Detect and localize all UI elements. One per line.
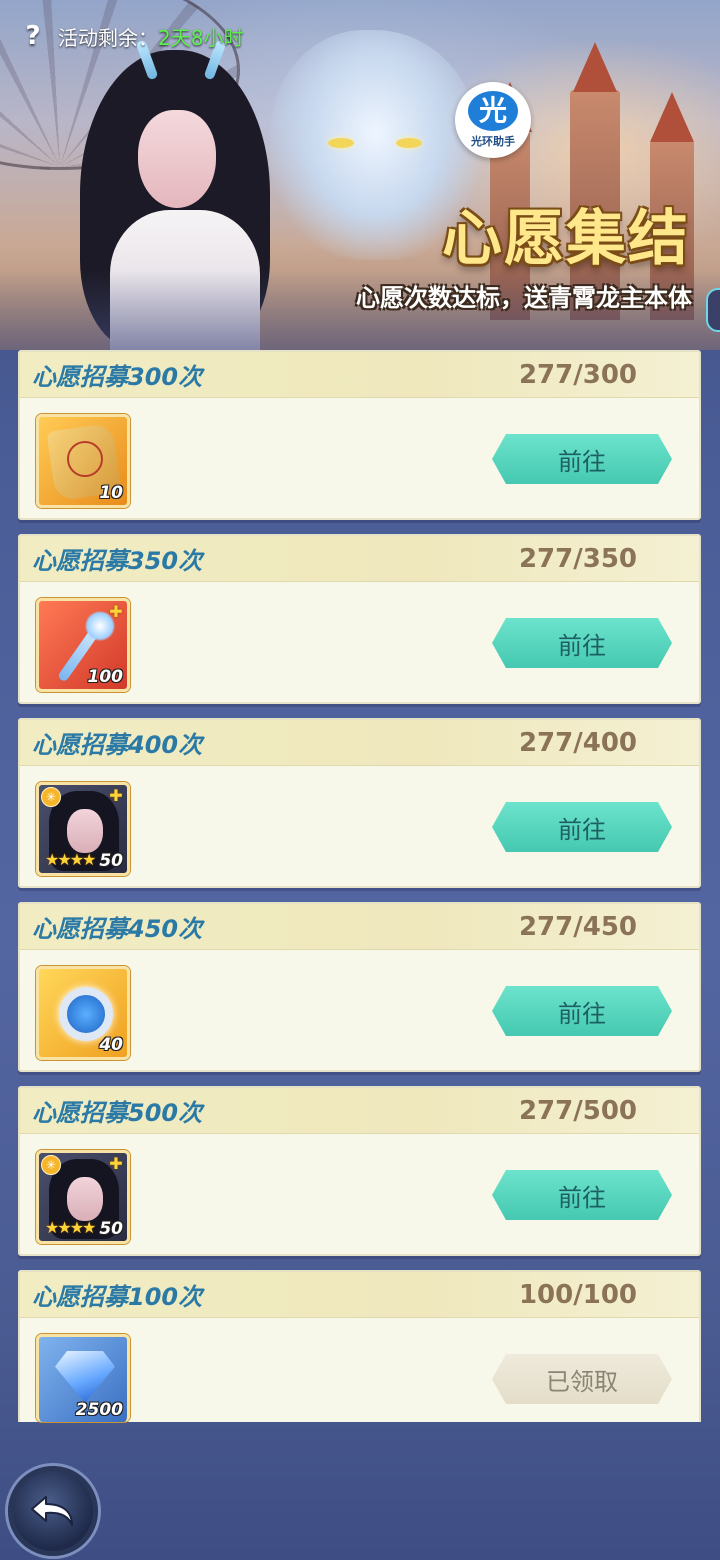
task-progress: 100/100 bbox=[518, 1279, 637, 1310]
logo-text: 光环助手 bbox=[471, 135, 515, 148]
reward-count: 10 bbox=[99, 483, 123, 503]
task-header: 心愿招募500次 277/500 bbox=[20, 1088, 699, 1134]
reward-count: 100 bbox=[87, 667, 124, 687]
reward-count: 40 bbox=[99, 1035, 123, 1055]
task-title: 心愿招募350次 bbox=[32, 547, 203, 575]
orb-icon[interactable]: 40 bbox=[36, 966, 130, 1060]
star-rating-icon: ★★★★ bbox=[45, 850, 96, 869]
task-card: 心愿招募400次 277/400 ✳ ✚ ★★★★ 50 前往 bbox=[18, 718, 701, 888]
shard-corner-icon: ✚ bbox=[109, 786, 123, 805]
task-progress: 277/300 bbox=[518, 359, 637, 390]
task-header: 心愿招募300次 277/300 bbox=[20, 352, 699, 398]
go-button[interactable]: 前往 bbox=[492, 434, 672, 484]
top-bar: ? 活动剩余： 2天8小时 bbox=[18, 18, 243, 54]
timer-value: 2天8小时 bbox=[158, 25, 244, 50]
go-button[interactable]: 前往 bbox=[492, 1170, 672, 1220]
back-button[interactable] bbox=[8, 1466, 98, 1556]
go-button[interactable]: 前往 bbox=[492, 802, 672, 852]
task-title: 心愿招募300次 bbox=[32, 363, 203, 391]
hero-shard-icon[interactable]: ✳ ✚ ★★★★ 50 bbox=[36, 782, 130, 876]
go-button[interactable]: 前往 bbox=[492, 618, 672, 668]
task-progress: 277/350 bbox=[518, 543, 637, 574]
task-title: 心愿招募450次 bbox=[32, 915, 203, 943]
task-progress: 277/450 bbox=[518, 911, 637, 942]
task-title: 心愿招募500次 bbox=[32, 1099, 203, 1127]
shard-corner-icon: ✚ bbox=[109, 1154, 123, 1173]
event-title: 心愿集结 bbox=[442, 204, 690, 274]
task-progress: 277/400 bbox=[518, 727, 637, 758]
diamond-icon[interactable]: 2500 bbox=[36, 1334, 130, 1422]
task-header: 心愿招募350次 277/350 bbox=[20, 536, 699, 582]
task-card: 心愿招募300次 277/300 10 前往 bbox=[18, 350, 701, 520]
shard-corner-icon: ✚ bbox=[109, 602, 123, 621]
logo-glyph: 光 bbox=[468, 91, 518, 131]
timer-label: 活动剩余： bbox=[58, 25, 158, 50]
helper-logo: 光 光环助手 bbox=[455, 82, 531, 158]
task-header: 心愿招募450次 277/450 bbox=[20, 904, 699, 950]
star-rating-icon: ★★★★ bbox=[45, 1218, 96, 1237]
task-title: 心愿招募400次 bbox=[32, 731, 203, 759]
claimed-button: 已领取 bbox=[492, 1354, 672, 1404]
wand-shard-icon[interactable]: ✚ 100 bbox=[36, 598, 130, 692]
element-badge-icon: ✳ bbox=[41, 787, 61, 807]
go-button[interactable]: 前往 bbox=[492, 986, 672, 1036]
task-card: 心愿招募450次 277/450 40 前往 bbox=[18, 902, 701, 1072]
back-arrow-icon bbox=[31, 1496, 73, 1526]
reward-count: 50 bbox=[99, 1219, 123, 1239]
reward-count: 2500 bbox=[75, 1400, 123, 1420]
scroll-icon[interactable]: 10 bbox=[36, 414, 130, 508]
event-subtitle: 心愿次数达标，送青霄龙主本体 bbox=[356, 284, 692, 312]
help-icon[interactable]: ? bbox=[18, 21, 48, 51]
task-card: 心愿招募500次 277/500 ✳ ✚ ★★★★ 50 前往 bbox=[18, 1086, 701, 1256]
side-tab-handle[interactable] bbox=[706, 288, 720, 332]
task-header: 心愿招募100次 100/100 bbox=[20, 1272, 699, 1318]
reward-count: 50 bbox=[99, 851, 123, 871]
task-card: 心愿招募100次 100/100 2500 已领取 bbox=[18, 1270, 701, 1422]
element-badge-icon: ✳ bbox=[41, 1155, 61, 1175]
task-header: 心愿招募400次 277/400 bbox=[20, 720, 699, 766]
task-title: 心愿招募100次 bbox=[32, 1283, 203, 1311]
hero-shard-icon[interactable]: ✳ ✚ ★★★★ 50 bbox=[36, 1150, 130, 1244]
task-progress: 277/500 bbox=[518, 1095, 637, 1126]
task-list: 心愿招募300次 277/300 10 前往 心愿招募350次 277/350 … bbox=[18, 350, 701, 1436]
task-card: 心愿招募350次 277/350 ✚ 100 前往 bbox=[18, 534, 701, 704]
